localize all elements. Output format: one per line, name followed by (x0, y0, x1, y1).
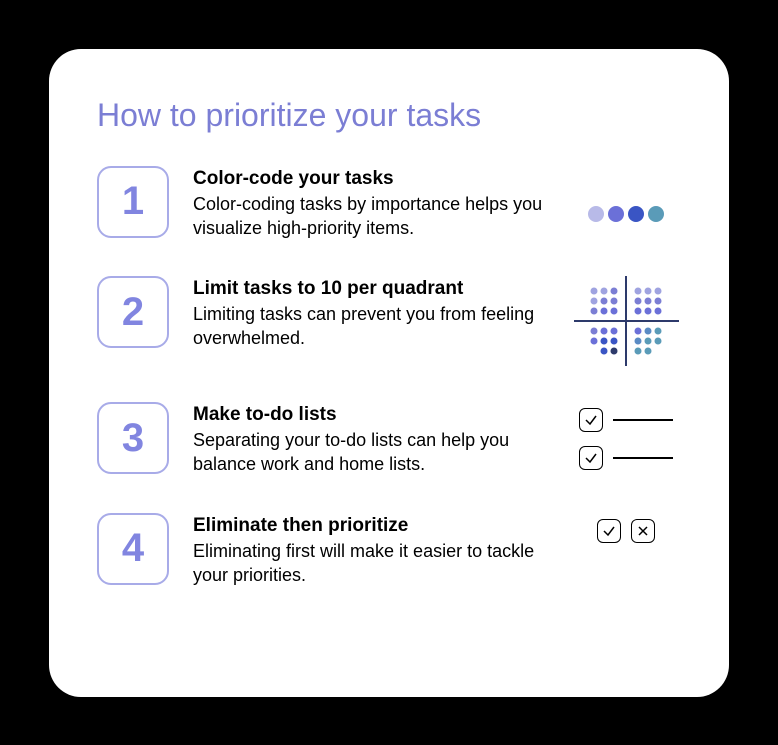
item-description: Limiting tasks can prevent you from feel… (193, 302, 547, 351)
line-icon (613, 419, 673, 421)
item-text: Color-code your tasks Color-coding tasks… (193, 166, 547, 241)
number-badge: 1 (97, 166, 169, 238)
dot-icon (608, 206, 624, 222)
item-text: Eliminate then prioritize Eliminating fi… (193, 513, 547, 588)
item-description: Color-coding tasks by importance helps y… (193, 192, 547, 241)
list-item: 1 Color-code your tasks Color-coding tas… (97, 166, 681, 241)
checklist-row (579, 446, 673, 470)
checklist-icon (571, 402, 681, 470)
dot-icon (648, 206, 664, 222)
number-badge: 2 (97, 276, 169, 348)
color-dots-icon (571, 166, 681, 222)
number-text: 4 (122, 526, 144, 571)
number-badge: 3 (97, 402, 169, 474)
info-card: How to prioritize your tasks 1 Color-cod… (49, 49, 729, 697)
item-title: Eliminate then prioritize (193, 515, 547, 537)
x-box-icon (631, 519, 655, 543)
list-item: 2 Limit tasks to 10 per quadrant Limitin… (97, 276, 681, 366)
check-x-icon (571, 513, 681, 543)
number-text: 2 (122, 290, 144, 335)
number-badge: 4 (97, 513, 169, 585)
item-description: Separating your to-do lists can help you… (193, 428, 547, 477)
item-title: Limit tasks to 10 per quadrant (193, 278, 547, 300)
number-text: 1 (122, 179, 144, 224)
card-title: How to prioritize your tasks (97, 97, 681, 134)
list-item: 3 Make to-do lists Separating your to-do… (97, 402, 681, 477)
dot-icon (588, 206, 604, 222)
item-text: Limit tasks to 10 per quadrant Limiting … (193, 276, 547, 351)
checklist-row (579, 408, 673, 432)
item-title: Color-code your tasks (193, 168, 547, 190)
item-description: Eliminating first will make it easier to… (193, 539, 547, 588)
item-text: Make to-do lists Separating your to-do l… (193, 402, 547, 477)
checkbox-icon (579, 446, 603, 470)
number-text: 3 (122, 416, 144, 461)
line-icon (613, 457, 673, 459)
checkbox-icon (597, 519, 621, 543)
list-item: 4 Eliminate then prioritize Eliminating … (97, 513, 681, 588)
item-title: Make to-do lists (193, 404, 547, 426)
dot-icon (628, 206, 644, 222)
checkbox-icon (579, 408, 603, 432)
quadrant-icon (571, 276, 681, 366)
